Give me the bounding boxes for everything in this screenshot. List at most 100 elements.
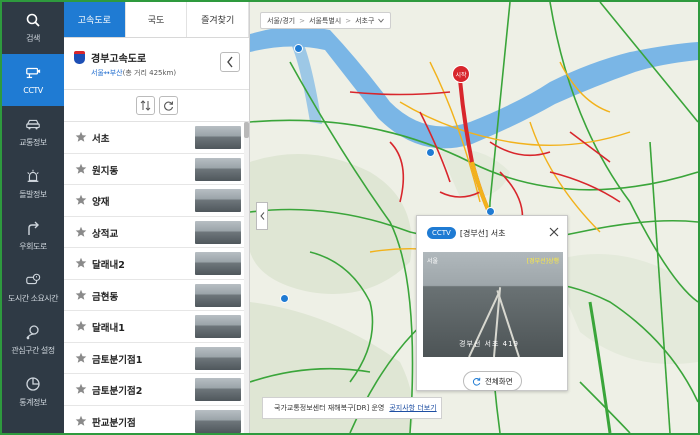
cctv-thumbnail[interactable] xyxy=(195,315,241,338)
list-item[interactable]: 금토분기점2 xyxy=(64,374,245,406)
star-icon[interactable] xyxy=(75,415,87,427)
siren-icon xyxy=(25,168,41,184)
cctv-name: 금현동 xyxy=(92,291,119,303)
nav-search[interactable]: 검색 xyxy=(2,2,64,54)
nav-label: 돌발정보 xyxy=(19,190,47,199)
list-item[interactable]: 금토분기점1 xyxy=(64,343,245,374)
start-marker-label: 시작 xyxy=(455,71,467,79)
tab-favorites[interactable]: 즐겨찾기 xyxy=(187,2,250,37)
nav-label: 도시간 소요시간 xyxy=(7,294,59,303)
toggle-panel-button[interactable] xyxy=(256,202,268,230)
cctv-thumbnail[interactable] xyxy=(195,157,241,181)
nav-statistics[interactable]: 통계정보 xyxy=(2,366,64,418)
star-icon[interactable] xyxy=(75,163,87,175)
route-length: (총 거리 425km) xyxy=(122,69,177,77)
notice-bar: 국가교통정보센터 재해복구[DR] 운영 공지사항 더보기 xyxy=(262,397,442,419)
nav-label: 우회도로 xyxy=(19,242,47,251)
main-nav: 검색 CCTV 교통정보 돌발정보 우회도로 도시간 소요시간 관심구간 설정 … xyxy=(2,2,64,433)
notice-text: 국가교통정보센터 재해복구[DR] 운영 xyxy=(274,404,385,412)
cctv-pin[interactable] xyxy=(426,148,435,157)
chevron-left-icon xyxy=(259,212,264,220)
breadcrumb-region[interactable]: 서울/경기 xyxy=(267,16,295,26)
star-icon[interactable] xyxy=(75,131,87,143)
list-item[interactable]: 양재 xyxy=(64,185,245,217)
cctv-thumbnail[interactable] xyxy=(195,283,241,307)
cctv-pin[interactable] xyxy=(280,294,289,303)
cctv-thumbnail[interactable] xyxy=(195,346,241,370)
traffic-map[interactable]: 시작 서울/경기 > 서울특별시 > 서초구 CCTV [경부선] 서초 서울 … xyxy=(250,2,698,433)
list-item[interactable]: 달래내2 xyxy=(64,248,245,280)
list-item[interactable]: 상적교 xyxy=(64,217,245,248)
start-marker[interactable]: 시작 xyxy=(452,65,470,83)
cctv-name: 금토분기점2 xyxy=(92,386,143,397)
chevron-left-icon xyxy=(227,56,233,68)
star-icon[interactable] xyxy=(75,289,87,301)
tab-national-road[interactable]: 국도 xyxy=(126,2,188,37)
reverse-direction-button[interactable] xyxy=(135,96,155,115)
list-item[interactable]: 판교분기점 xyxy=(64,406,245,435)
route-title: 경부고속도로 xyxy=(91,54,147,65)
video-tag: [경부선]상행 xyxy=(526,258,559,265)
cctv-popup: CCTV [경부선] 서초 서울 [경부선]상행 경부선 서초 419 전체화면 xyxy=(416,215,568,391)
list-item[interactable]: 금현동 xyxy=(64,280,245,311)
refresh-icon xyxy=(163,101,173,111)
cctv-name: 달래내2 xyxy=(92,260,125,271)
search-icon xyxy=(25,12,41,28)
road-type-tabs: 고속도로 국도 즐겨찾기 xyxy=(64,2,250,38)
scrollbar-thumb[interactable] xyxy=(244,122,249,138)
chevron-down-icon xyxy=(378,18,385,23)
star-icon[interactable] xyxy=(75,226,87,238)
collapse-panel-button[interactable] xyxy=(220,52,240,72)
cctv-name: 서초 xyxy=(92,134,110,145)
cctv-name: 달래내1 xyxy=(92,323,125,334)
route-number-badge xyxy=(74,51,85,64)
tab-highway[interactable]: 고속도로 xyxy=(64,2,126,37)
cctv-name: 판교분기점 xyxy=(92,417,136,429)
cctv-panel: 고속도로 국도 즐겨찾기 경부고속도로 서울↔부산(총 거리 425km) 서초… xyxy=(64,2,250,433)
list-scrollbar[interactable] xyxy=(244,122,249,433)
nav-label: CCTV xyxy=(23,86,43,95)
star-icon[interactable] xyxy=(75,257,87,269)
breadcrumb-city[interactable]: 서울특별시 xyxy=(309,16,341,26)
breadcrumb-district[interactable]: 서초구 xyxy=(355,16,374,26)
cctv-video[interactable]: 서울 [경부선]상행 경부선 서초 419 xyxy=(423,252,563,357)
list-item[interactable]: 달래내1 xyxy=(64,311,245,343)
cctv-thumbnail[interactable] xyxy=(195,409,241,433)
cctv-icon xyxy=(25,65,41,81)
detour-icon xyxy=(25,220,41,236)
route-header: 경부고속도로 서울↔부산(총 거리 425km) xyxy=(64,38,249,90)
cctv-thumbnail[interactable] xyxy=(195,189,241,212)
car-icon xyxy=(25,116,41,132)
swap-vertical-icon xyxy=(140,100,150,111)
nav-detour[interactable]: 우회도로 xyxy=(2,210,64,262)
cctv-name: 상적교 xyxy=(92,228,119,240)
star-icon[interactable] xyxy=(75,352,87,364)
nav-travel-time[interactable]: 도시간 소요시간 xyxy=(2,262,64,314)
list-item[interactable]: 서초 xyxy=(64,122,245,154)
nav-favorite-route[interactable]: 관심구간 설정 xyxy=(2,314,64,366)
close-icon[interactable] xyxy=(549,227,559,237)
list-item[interactable]: 원지동 xyxy=(64,154,245,185)
statistics-icon xyxy=(25,376,41,392)
cctv-thumbnail[interactable] xyxy=(195,126,241,149)
popup-title: [경부선] 서초 xyxy=(459,228,506,238)
fullscreen-button[interactable]: 전체화면 xyxy=(463,371,522,391)
star-icon[interactable] xyxy=(75,383,87,395)
list-controls xyxy=(64,90,249,122)
star-icon[interactable] xyxy=(75,194,87,206)
notice-more-link[interactable]: 공지사항 더보기 xyxy=(389,403,436,413)
cctv-pin[interactable] xyxy=(294,44,303,53)
cctv-list: 서초 원지동 양재 상적교 달래내2 금현동 달래내1 금토분기점1 금토분기점… xyxy=(64,122,245,435)
fullscreen-label: 전체화면 xyxy=(485,376,513,386)
nav-cctv[interactable]: CCTV xyxy=(2,54,64,106)
nav-traffic-info[interactable]: 교통정보 xyxy=(2,106,64,158)
cctv-thumbnail[interactable] xyxy=(195,252,241,275)
nav-incident-info[interactable]: 돌발정보 xyxy=(2,158,64,210)
cctv-thumbnail[interactable] xyxy=(195,220,241,244)
nav-label: 교통정보 xyxy=(19,138,47,147)
nav-label: 통계정보 xyxy=(19,398,47,407)
cctv-thumbnail[interactable] xyxy=(195,378,241,401)
star-icon[interactable] xyxy=(75,320,87,332)
video-caption: 경부선 서초 419 xyxy=(459,340,520,348)
refresh-button[interactable] xyxy=(158,96,178,115)
